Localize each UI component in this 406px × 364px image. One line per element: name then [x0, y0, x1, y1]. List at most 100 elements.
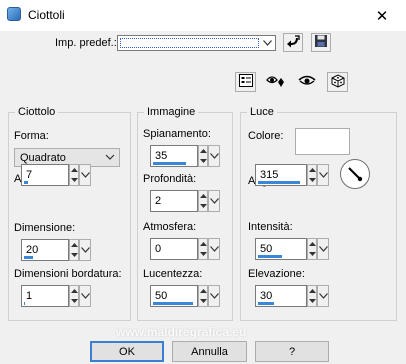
angolo-spinner[interactable]	[307, 164, 317, 186]
spin-down-icon[interactable]	[70, 297, 78, 305]
spin-up-icon[interactable]	[70, 166, 78, 174]
preset-label: Imp. predef.:	[55, 37, 117, 49]
angoli-level-bar	[24, 181, 28, 184]
spin-down-icon[interactable]	[199, 157, 207, 165]
spin-down-icon[interactable]	[308, 176, 316, 184]
intensita-level-bar	[258, 255, 282, 258]
angoli-spinner[interactable]	[69, 164, 79, 186]
chevron-down-icon	[209, 246, 219, 252]
angoli-dropdown[interactable]	[79, 164, 91, 186]
randomize-button[interactable]	[327, 72, 348, 92]
lucentezza-input[interactable]: 50	[150, 285, 198, 307]
dimensione-dropdown[interactable]	[79, 239, 91, 261]
spin-up-icon[interactable]	[308, 287, 316, 295]
eye-icon	[297, 74, 317, 91]
spin-up-icon[interactable]	[308, 166, 316, 174]
atmosfera-dropdown[interactable]	[208, 238, 220, 260]
spin-up-icon[interactable]	[70, 241, 78, 249]
intensita-input[interactable]: 50	[255, 238, 307, 260]
reset-icon	[286, 34, 300, 51]
group-ciottolo-title: Ciottolo	[15, 106, 59, 118]
bordatura-value: 1	[26, 290, 33, 302]
spianamento-spinner[interactable]	[198, 145, 208, 167]
forma-label: Forma:	[14, 130, 49, 142]
spin-down-icon[interactable]	[70, 251, 78, 259]
profondita-input[interactable]: 2	[150, 190, 198, 212]
spin-up-icon[interactable]	[308, 240, 316, 248]
angolo-dropdown[interactable]	[317, 164, 329, 186]
chevron-down-icon[interactable]	[260, 36, 275, 50]
elevazione-dropdown[interactable]	[317, 285, 329, 307]
bordatura-dropdown[interactable]	[79, 285, 91, 307]
forma-value: Quadrato	[20, 152, 66, 164]
dimensione-value: 20	[26, 244, 39, 256]
chevron-down-icon	[80, 247, 90, 253]
window-title: Ciottoli	[28, 8, 65, 22]
intensita-dropdown[interactable]	[317, 238, 329, 260]
intensita-value: 50	[260, 243, 273, 255]
chevron-down-icon	[209, 198, 219, 204]
intensita-spinner[interactable]	[307, 238, 317, 260]
randomize-icon	[331, 73, 345, 91]
spin-down-icon[interactable]	[199, 297, 207, 305]
preview-icon	[238, 74, 253, 90]
reset-button[interactable]	[283, 33, 303, 52]
spin-up-icon[interactable]	[70, 287, 78, 295]
dimensione-spinner[interactable]	[69, 239, 79, 261]
elevazione-input[interactable]: 30	[255, 285, 307, 307]
dial-icon	[348, 167, 363, 182]
spianamento-input[interactable]: 35	[150, 145, 198, 167]
spin-down-icon[interactable]	[199, 202, 207, 210]
elevazione-spinner[interactable]	[307, 285, 317, 307]
spin-down-icon[interactable]	[308, 250, 316, 258]
lucentezza-label: Lucentezza:	[143, 268, 203, 280]
light-color-swatch[interactable]	[295, 128, 350, 155]
spin-down-icon[interactable]	[199, 250, 207, 258]
help-button[interactable]: ?	[255, 341, 329, 362]
spin-up-icon[interactable]	[199, 287, 207, 295]
app-icon	[7, 7, 21, 21]
spianamento-label: Spianamento:	[143, 128, 211, 140]
close-button[interactable]: ✕	[364, 2, 400, 29]
preview-toggle-button[interactable]	[235, 72, 256, 92]
preset-value	[120, 38, 259, 48]
group-immagine-title: Immagine	[144, 106, 199, 118]
preset-select[interactable]	[117, 35, 276, 51]
auto-proof-button[interactable]	[295, 72, 319, 92]
lucentezza-dropdown[interactable]	[208, 285, 220, 307]
chevron-down-icon	[318, 172, 328, 178]
profondita-dropdown[interactable]	[208, 190, 220, 212]
spin-down-icon[interactable]	[308, 297, 316, 305]
elevazione-value: 30	[260, 290, 273, 302]
bordatura-spinner[interactable]	[69, 285, 79, 307]
angoli-value: 7	[26, 169, 33, 181]
atmosfera-label: Atmosfera:	[143, 221, 197, 233]
spin-up-icon[interactable]	[199, 147, 207, 155]
lucentezza-spinner[interactable]	[198, 285, 208, 307]
spin-up-icon[interactable]	[199, 192, 207, 200]
save-preset-button[interactable]	[311, 33, 331, 52]
chevron-down-icon	[80, 293, 90, 299]
angoli-input[interactable]: 7	[21, 164, 69, 186]
atmosfera-spinner[interactable]	[198, 238, 208, 260]
profondita-spinner[interactable]	[198, 190, 208, 212]
lucentezza-level-bar	[153, 302, 193, 305]
spin-down-icon[interactable]	[70, 176, 78, 184]
chevron-down-icon	[209, 153, 219, 159]
ok-button[interactable]: OK	[90, 341, 164, 362]
spianamento-dropdown[interactable]	[208, 145, 220, 167]
bordatura-input[interactable]: 1	[21, 285, 69, 307]
cancel-button[interactable]: Annulla	[172, 341, 247, 362]
elevazione-label: Elevazione:	[248, 268, 305, 280]
save-icon	[314, 34, 328, 51]
spin-up-icon[interactable]	[199, 240, 207, 248]
angle-dial[interactable]	[340, 159, 370, 189]
profondita-label: Profondità:	[143, 173, 197, 185]
angolo-input[interactable]: 315	[255, 164, 307, 186]
atmosfera-input[interactable]: 0	[150, 238, 198, 260]
lucentezza-value: 50	[155, 290, 168, 302]
proof-button[interactable]	[264, 72, 288, 92]
proof-icon	[266, 73, 286, 92]
bordatura-label: Dimensioni bordatura:	[14, 268, 122, 280]
dimensione-input[interactable]: 20	[21, 239, 69, 261]
